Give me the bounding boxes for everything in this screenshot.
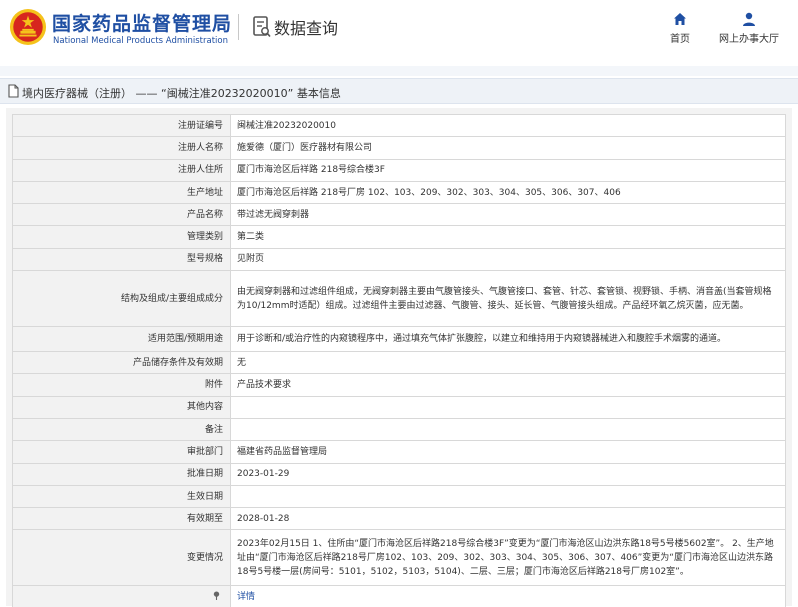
row-label: 适用范围/预期用途 [12,326,231,353]
row-value: 闽械注准20232020010 [230,113,786,138]
site-header: 国家药品监督管理局 National Medical Products Admi… [0,0,798,62]
brand-title-cn[interactable]: 国家药品监督管理局 [52,9,232,36]
nav-home[interactable]: 首页 [660,12,700,45]
detail-table: 注册证编号 闽械注准20232020010 注册人名称 施爱德（厦门）医疗器材有限公… [12,113,786,607]
row-value: 厦门市海沧区后祥路 218号综合楼3F [230,158,786,182]
table-row: 备注 [12,417,786,442]
row-label: 附件 [12,373,231,397]
row-label: 审批部门 [12,440,231,464]
details-link[interactable]: 详情 [237,592,255,602]
nav-home-label: 首页 [670,34,690,45]
national-emblem-icon[interactable] [9,8,47,46]
row-value: 带过滤无阀穿刺器 [230,203,786,227]
row-label: 其他内容 [12,395,231,419]
breadcrumb: 境内医疗器械（注册） —— “闽械注准20232020010” 基本信息 [0,78,798,104]
row-value [230,417,786,442]
table-row: 有效期至 2028-01-28 [12,507,786,531]
table-row: 型号规格 见附页 [12,247,786,272]
row-value: 福建省药品监督管理局 [230,440,786,464]
row-label: 注册人住所 [12,158,231,182]
row-label: 管理类别 [12,225,231,249]
table-row: 结构及组成/主要组成成分 由无阀穿刺器和过滤组件组成，无阀穿刺器主要由气腹管接头、… [12,270,786,328]
header-divider [238,14,239,40]
table-row: 产品名称 带过滤无阀穿刺器 [12,203,786,227]
table-row: 适用范围/预期用途 用于诊断和/或治疗性的内窥镜程序中，通过填充气体扩张腹腔，以建… [12,326,786,353]
row-value: 2028-01-28 [230,507,786,531]
brand-title-en[interactable]: National Medical Products Administration [53,36,228,46]
user-icon [743,12,755,26]
row-value: 用于诊断和/或治疗性的内窥镜程序中，通过填充气体扩张腹腔，以建立和维持用于内窥镜… [230,326,786,353]
row-label: 批准日期 [12,462,231,486]
row-value: 详情 [230,585,786,607]
row-label: 备注 [12,417,231,442]
breadcrumb-text: 境内医疗器械（注册） —— “闽械注准20232020010” 基本信息 [22,87,341,100]
detail-panel: 注册证编号 闽械注准20232020010 注册人名称 施爱德（厦门）医疗器材有限公… [6,108,792,607]
page-title: 数据查询 [274,19,339,38]
table-row: 管理类别 第二类 [12,225,786,249]
row-label: 注册人名称 [12,136,231,160]
row-label: 产品名称 [12,203,231,227]
nav-online-hall[interactable]: 网上办事大厅 [714,12,784,45]
row-label: 型号规格 [12,247,231,272]
row-value: 见附页 [230,247,786,272]
table-row: 变更情况 2023年02月15日 1、住所由“厦门市海沧区后祥路218号综合楼3F… [12,529,786,587]
document-icon [8,84,19,98]
row-value: 由无阀穿刺器和过滤组件组成，无阀穿刺器主要由气腹管接头、气腹管接口、套管、针芯、… [230,270,786,328]
table-row: 注册证编号 闽械注准20232020010 [12,113,786,138]
row-value: 2023-01-29 [230,462,786,486]
row-value [230,484,786,509]
pin-icon [213,591,220,601]
row-label: 生产地址 [12,180,231,205]
table-row: 附件 产品技术要求 [12,373,786,397]
table-row: 产品储存条件及有效期无 [12,351,786,375]
row-label: 注册证编号 [12,113,231,138]
row-label: 有效期至 [12,507,231,531]
row-label: 生效日期 [12,484,231,509]
row-value [230,395,786,419]
header-band [0,66,798,76]
table-row: 注册人名称 施爱德（厦门）医疗器材有限公司 [12,136,786,160]
row-label: 变更情况 [12,529,231,587]
table-row: 批准日期 2023-01-29 [12,462,786,486]
table-row: 注册人住所 厦门市海沧区后祥路 218号综合楼3F [12,158,786,182]
table-row: 生产地址 厦门市海沧区后祥路 218号厂房 102、103、209、302、303… [12,180,786,205]
home-icon [674,13,686,25]
row-value: 厦门市海沧区后祥路 218号厂房 102、103、209、302、303、304… [230,180,786,205]
data-query-icon [253,16,271,38]
row-label: 结构及组成/主要组成成分 [12,270,231,328]
table-row: 详情 [12,585,786,607]
row-value: 无 [230,351,786,375]
table-row: 审批部门 福建省药品监督管理局 [12,440,786,464]
row-value: 第二类 [230,225,786,249]
row-label: 产品储存条件及有效期 [12,351,231,375]
nav-online-hall-label: 网上办事大厅 [719,34,779,45]
row-value: 产品技术要求 [230,373,786,397]
table-row: 其他内容 [12,395,786,419]
row-label-pin [12,585,231,607]
table-row: 生效日期 [12,484,786,509]
row-value: 2023年02月15日 1、住所由“厦门市海沧区后祥路218号综合楼3F”变更为… [230,529,786,587]
row-value: 施爱德（厦门）医疗器材有限公司 [230,136,786,160]
